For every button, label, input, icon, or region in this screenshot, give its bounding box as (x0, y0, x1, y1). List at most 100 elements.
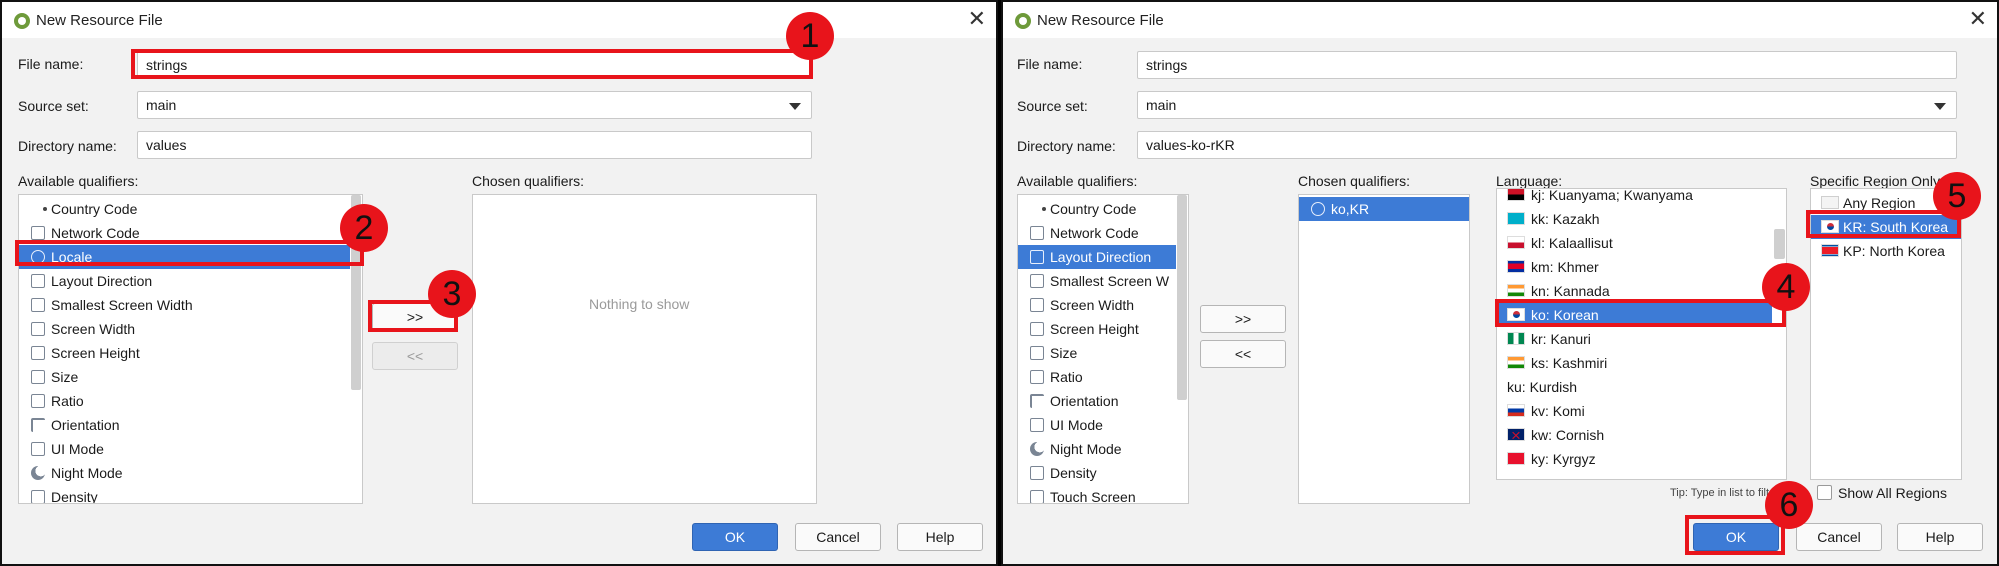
ok-button[interactable]: OK (692, 523, 778, 551)
help-button[interactable]: Help (897, 523, 983, 551)
file-name-label: File name: (1017, 56, 1083, 72)
step-badge-6: 6 (1765, 481, 1813, 529)
source-set-select[interactable]: main (137, 91, 812, 119)
android-studio-icon (14, 13, 30, 29)
screen-width-icon (1030, 298, 1044, 312)
list-item-layout-direction-selected[interactable]: Layout Direction (1018, 245, 1176, 269)
list-item[interactable]: Size (19, 365, 350, 389)
new-resource-file-dialog-right: New Resource File ✕ File name: strings S… (1001, 0, 1999, 566)
south-korea-flag-icon (1507, 308, 1525, 321)
list-item[interactable]: Night Mode (19, 461, 350, 485)
specific-region-label: Specific Region Only: (1810, 173, 1944, 189)
list-item[interactable]: ky: Kyrgyz (1497, 447, 1772, 471)
list-item[interactable]: Smallest Screen W (1018, 269, 1176, 293)
directory-name-input[interactable]: values (137, 131, 812, 159)
help-button[interactable]: Help (1897, 523, 1983, 551)
list-item[interactable]: Network Code (1018, 221, 1176, 245)
night-mode-icon (31, 466, 45, 480)
screen-height-icon (1030, 322, 1044, 336)
chosen-qualifiers-list[interactable]: ko,KR (1298, 194, 1470, 504)
close-icon[interactable]: ✕ (1969, 6, 1987, 32)
close-icon[interactable]: ✕ (968, 6, 986, 32)
available-qualifiers-label: Available qualifiers: (18, 173, 139, 189)
uk-flag-icon (1507, 424, 1525, 448)
step-badge-3: 3 (428, 270, 476, 318)
list-item[interactable]: UI Mode (19, 437, 350, 461)
north-korea-flag-icon (1821, 244, 1839, 257)
ok-button[interactable]: OK (1693, 523, 1779, 551)
scrollbar[interactable] (1176, 195, 1188, 503)
list-item[interactable]: Network Code (19, 221, 350, 245)
list-item[interactable]: Size (1018, 341, 1176, 365)
list-item[interactable]: kw: Cornish (1497, 423, 1772, 448)
cancel-button[interactable]: Cancel (795, 523, 881, 551)
region-list[interactable]: Any Region KR: South Korea KP: North Kor… (1810, 188, 1962, 480)
touch-screen-icon (1030, 490, 1044, 503)
country-code-icon (1042, 207, 1046, 211)
list-item[interactable]: km: Khmer (1497, 255, 1772, 279)
list-item[interactable]: ks: Kashmiri (1497, 351, 1772, 375)
list-item[interactable]: kv: Komi (1497, 399, 1772, 423)
chosen-item-ko-kr[interactable]: ko,KR (1299, 197, 1469, 221)
show-all-regions-checkbox[interactable] (1817, 485, 1832, 500)
list-item[interactable]: Smallest Screen Width (19, 293, 350, 317)
list-item[interactable]: Ratio (19, 389, 350, 413)
chosen-qualifiers-list[interactable]: Nothing to show (472, 194, 817, 504)
network-code-icon (31, 226, 45, 240)
list-item[interactable]: kn: Kannada (1497, 279, 1772, 303)
russia-flag-icon (1507, 404, 1525, 417)
file-name-input[interactable]: strings (1137, 51, 1957, 79)
source-set-label: Source set: (1017, 98, 1088, 114)
india-flag-icon (1507, 284, 1525, 297)
ratio-icon (31, 394, 45, 408)
list-item[interactable]: Screen Width (19, 317, 350, 341)
cancel-button[interactable]: Cancel (1796, 523, 1882, 551)
file-name-input[interactable]: strings (137, 51, 812, 79)
list-item[interactable]: Orientation (19, 413, 350, 437)
list-item[interactable]: Country Code (1018, 197, 1176, 221)
available-qualifiers-list[interactable]: Country Code Network Code Layout Directi… (1017, 194, 1189, 504)
globe-icon (1311, 202, 1325, 216)
chosen-qualifiers-label: Chosen qualifiers: (1298, 173, 1411, 189)
list-item[interactable]: Screen Width (1018, 293, 1176, 317)
size-icon (1030, 346, 1044, 360)
list-item[interactable]: kr: Kanuri (1497, 327, 1772, 351)
list-item[interactable]: Ratio (1018, 365, 1176, 389)
ui-mode-icon (1030, 418, 1044, 432)
blank-flag-icon (1821, 196, 1839, 209)
screen-height-icon (31, 346, 45, 360)
list-item[interactable]: Country Code (19, 197, 350, 221)
available-qualifiers-list[interactable]: Country Code Network Code Locale Layout … (18, 194, 363, 504)
angola-flag-icon (1507, 189, 1525, 201)
list-item[interactable]: KP: North Korea (1811, 239, 1961, 263)
source-set-select[interactable]: main (1137, 91, 1957, 119)
directory-name-input[interactable]: values-ko-rKR (1137, 131, 1957, 159)
list-item[interactable]: UI Mode (1018, 413, 1176, 437)
list-item-locale-selected[interactable]: Locale (19, 245, 350, 269)
smallest-screen-width-icon (31, 298, 45, 312)
add-qualifier-button[interactable]: >> (1200, 305, 1286, 333)
list-item[interactable]: Screen Height (1018, 317, 1176, 341)
scrollbar-thumb[interactable] (1177, 195, 1187, 400)
list-item[interactable]: Density (1018, 461, 1176, 485)
list-item[interactable]: Layout Direction (19, 269, 350, 293)
list-item[interactable]: kl: Kalaallisut (1497, 231, 1772, 255)
list-item[interactable]: kk: Kazakh (1497, 207, 1772, 231)
remove-qualifier-button[interactable]: << (372, 342, 458, 370)
scrollbar[interactable] (1772, 189, 1786, 479)
list-item[interactable]: kj: Kuanyama; Kwanyama (1497, 189, 1772, 207)
list-item-korean-selected[interactable]: ko: Korean (1497, 303, 1772, 327)
list-item[interactable]: Touch Screen (1018, 485, 1176, 503)
list-item[interactable]: Night Mode (1018, 437, 1176, 461)
list-item[interactable]: Density (19, 485, 350, 503)
night-mode-icon (1030, 442, 1044, 456)
scrollbar-thumb[interactable] (1774, 229, 1785, 259)
list-item-south-korea-selected[interactable]: KR: South Korea (1811, 215, 1961, 239)
language-label: Language: (1496, 173, 1563, 189)
remove-qualifier-button[interactable]: << (1200, 340, 1286, 368)
language-list[interactable]: kj: Kuanyama; Kwanyama kk: Kazakh kl: Ka… (1496, 188, 1787, 480)
list-item[interactable]: Orientation (1018, 389, 1176, 413)
list-item[interactable]: Screen Height (19, 341, 350, 365)
list-item[interactable]: ku: Kurdish (1497, 375, 1772, 399)
chevron-down-icon (1934, 103, 1946, 110)
